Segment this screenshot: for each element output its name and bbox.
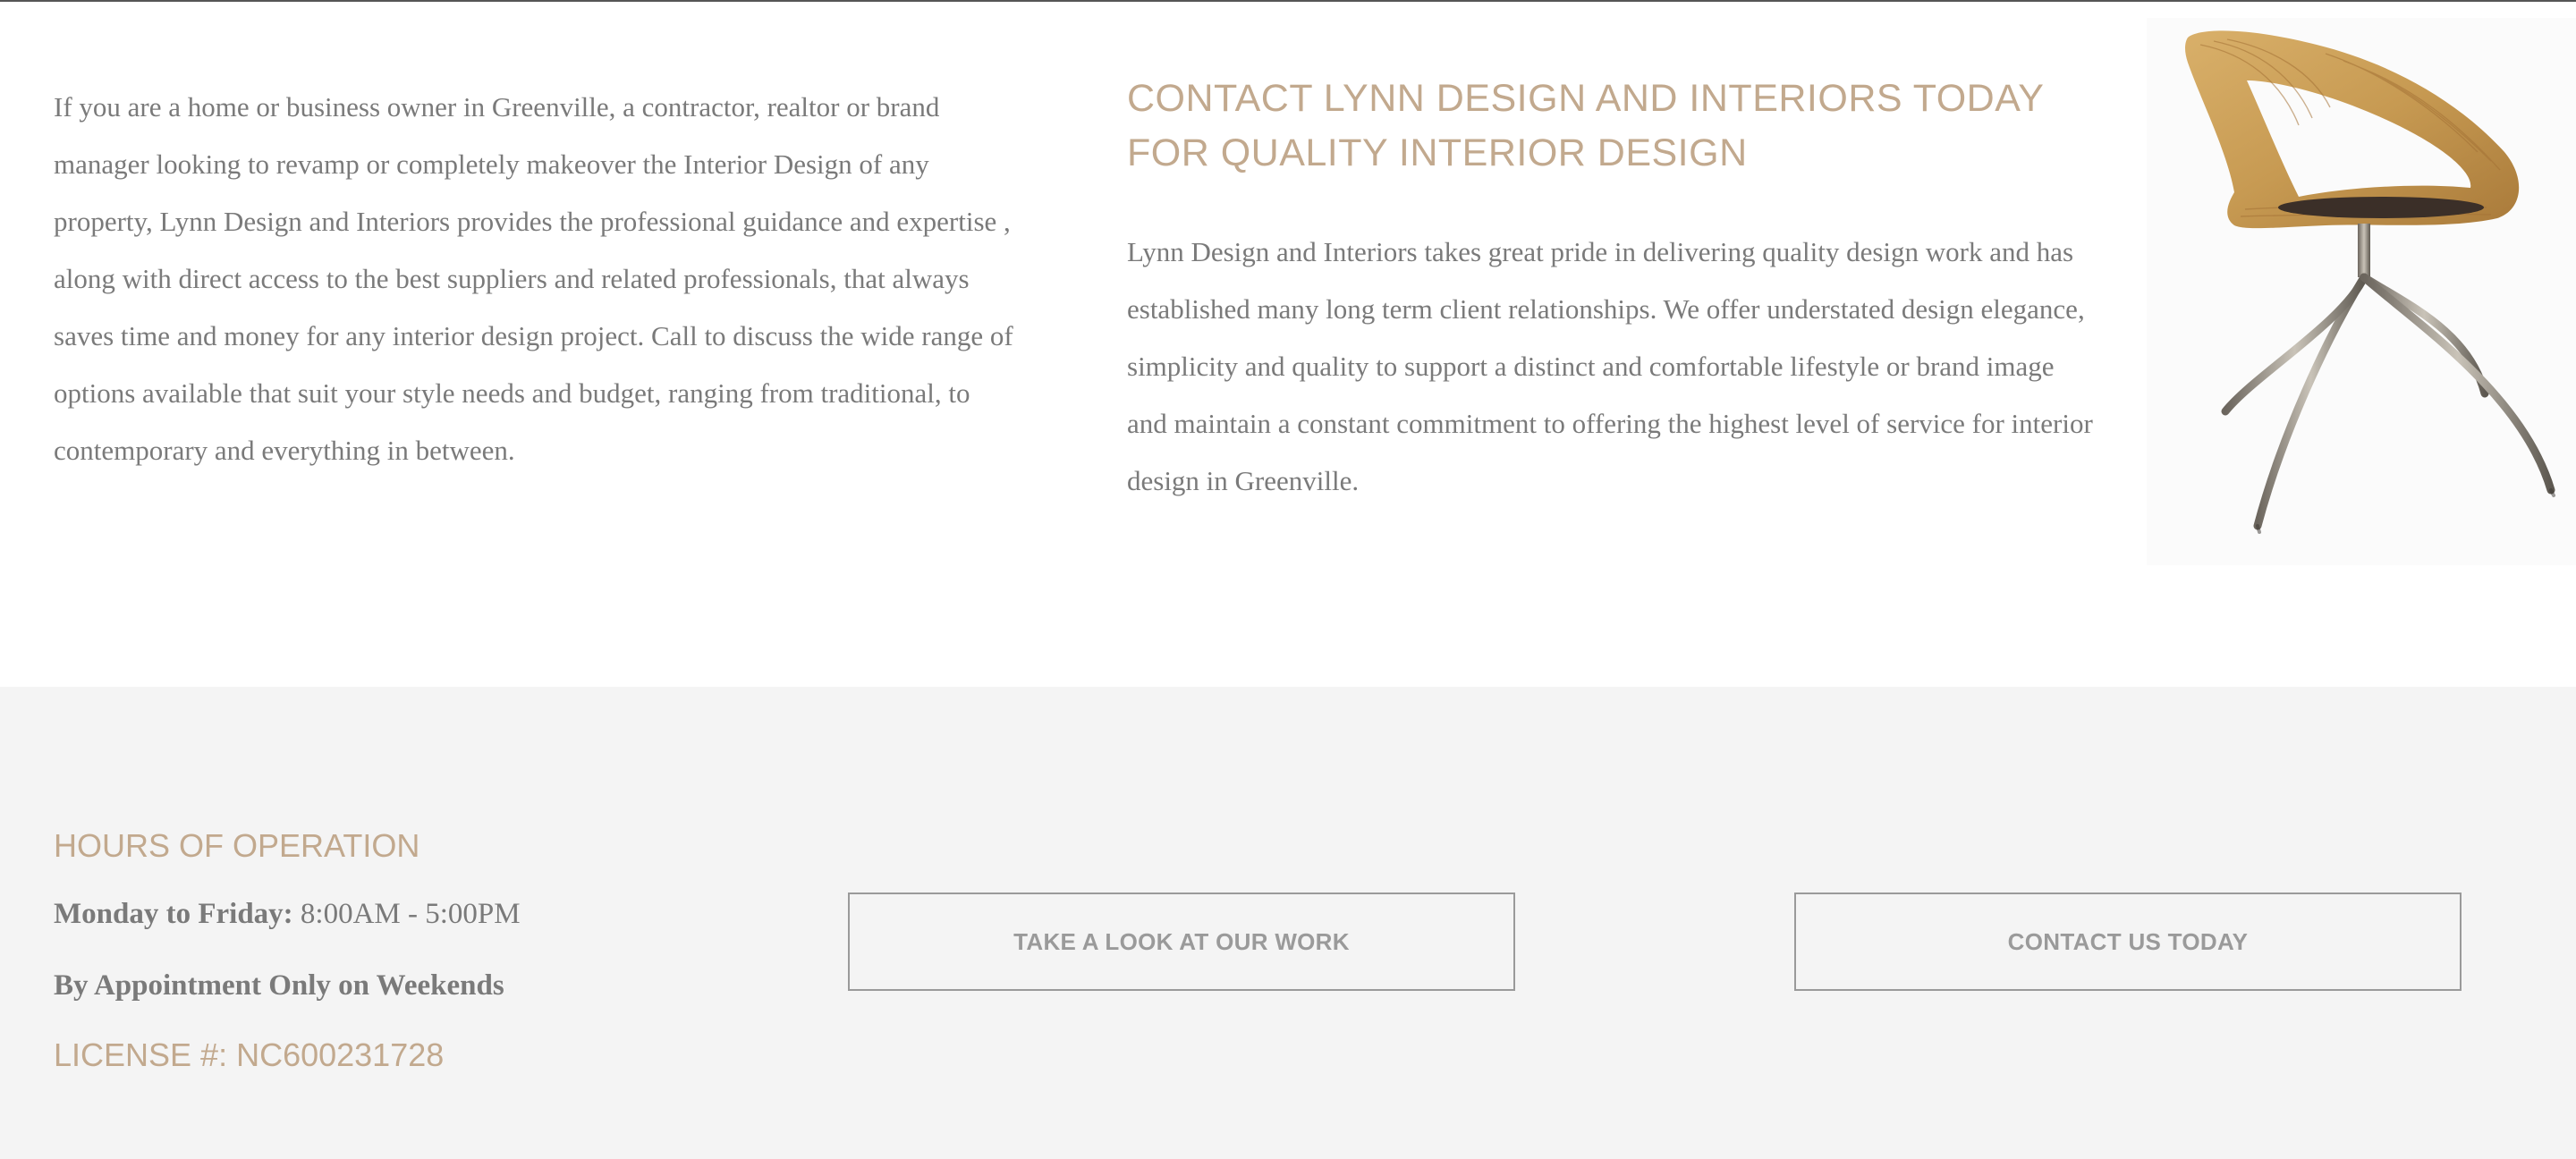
contact-paragraph: Lynn Design and Interiors takes great pr… <box>1127 236 2093 496</box>
weekend-label: By Appointment Only on Weekends <box>54 969 504 1002</box>
hours-heading: HOURS OF OPERATION <box>54 827 420 864</box>
contact-section: CONTACT LYNN DESIGN AND INTERIORS TODAY … <box>1127 72 2093 510</box>
contact-us-button[interactable]: CONTACT US TODAY <box>1794 893 2462 991</box>
weekday-time: 8:00AM - 5:00PM <box>300 898 521 930</box>
view-work-button[interactable]: TAKE A LOOK AT OUR WORK <box>848 893 1515 991</box>
weekday-hours: Monday to Friday: 8:00AM - 5:00PM <box>54 894 521 934</box>
license-number: LICENSE #: NC600231728 <box>54 1036 445 1073</box>
weekday-label: Monday to Friday: <box>54 898 293 930</box>
top-divider <box>0 0 2576 2</box>
contact-heading: CONTACT LYNN DESIGN AND INTERIORS TODAY … <box>1127 77 2044 174</box>
weekend-hours: By Appointment Only on Weekends <box>54 966 504 1005</box>
intro-paragraph: If you are a home or business owner in G… <box>54 91 1013 466</box>
footer-section: HOURS OF OPERATION Monday to Friday: 8:0… <box>0 687 2576 1159</box>
chair-image <box>2147 18 2576 565</box>
